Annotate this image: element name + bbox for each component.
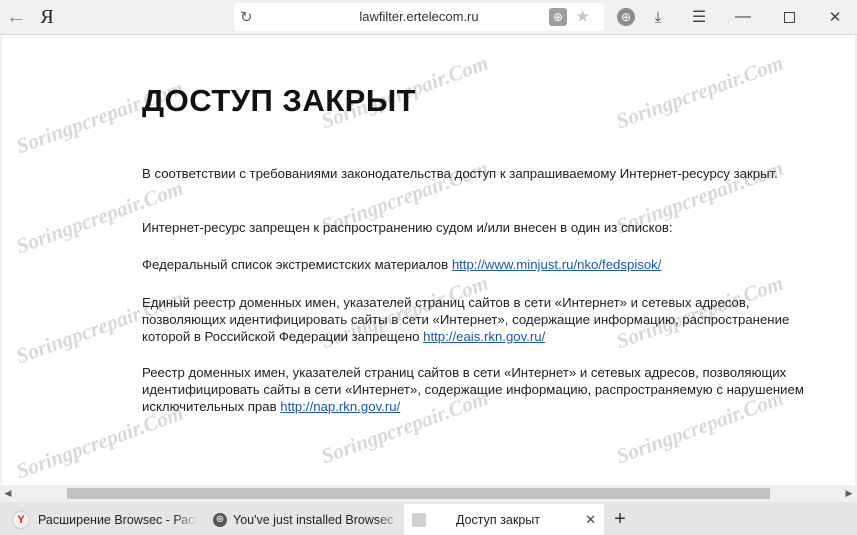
browsec-globe-icon[interactable]: ⊕ <box>612 0 640 34</box>
new-tab-icon[interactable]: + <box>609 504 631 535</box>
intro-text: В соответствии с требованиями законодате… <box>142 166 778 181</box>
address-bar[interactable]: ↻ lawfilter.ertelecom.ru ⊕ ★ <box>234 3 604 31</box>
star-icon[interactable]: ★ <box>575 3 590 31</box>
yandex-icon: Y <box>12 510 30 529</box>
watermark: Soringpcrepair.Com <box>13 175 187 259</box>
list-item: Единый реестр доменных имен, указателей … <box>142 295 832 345</box>
list-item-text: Федеральный список экстремистских матери… <box>142 257 452 272</box>
tab-title: Доступ закрыт <box>456 512 540 527</box>
minimize-icon[interactable]: — <box>728 0 758 34</box>
scroll-left-icon[interactable]: ◀ <box>0 485 16 502</box>
close-tab-icon[interactable]: ✕ <box>585 504 596 535</box>
list-item: Федеральный список экстремистских матери… <box>142 257 832 274</box>
tab-browsec-installed[interactable]: ⊕ You've just installed Browsec <box>205 504 401 535</box>
hamburger-icon[interactable]: ☰ <box>686 0 712 34</box>
tab-browsec-extension[interactable]: Y Расширение Browsec - Расширения <box>6 504 198 535</box>
eais-link[interactable]: http://eais.rkn.gov.ru/ <box>423 329 545 344</box>
list-item: Реестр доменных имен, указателей страниц… <box>142 365 832 415</box>
maximize-icon[interactable] <box>774 0 804 34</box>
close-icon[interactable]: ✕ <box>820 0 850 34</box>
minjust-link[interactable]: http://www.minjust.ru/nko/fedspisok/ <box>452 257 662 272</box>
page-viewport: Soringpcrepair.Com Soringpcrepair.Com So… <box>2 35 855 485</box>
reason-text: Интернет-ресурс запрещен к распространен… <box>142 220 673 235</box>
blank-page-icon <box>412 512 426 527</box>
horizontal-scrollbar[interactable]: ◀ ▶ <box>0 485 857 502</box>
scroll-right-icon[interactable]: ▶ <box>841 485 857 502</box>
yandex-logo-button[interactable]: Я <box>34 0 60 34</box>
tab-title: You've just installed Browsec <box>233 512 394 527</box>
tab-access-denied[interactable]: Доступ закрыт ✕ <box>404 504 604 535</box>
download-icon[interactable]: ⤓ <box>645 0 671 34</box>
vpn-globe-icon[interactable]: ⊕ <box>549 8 567 26</box>
globe-icon: ⊕ <box>213 512 227 527</box>
scrollbar-thumb[interactable] <box>67 488 770 499</box>
nap-link[interactable]: http://nap.rkn.gov.ru/ <box>280 399 400 414</box>
watermark: Soringpcrepair.Com <box>613 50 787 134</box>
back-arrow-icon[interactable]: ← <box>2 0 30 34</box>
page-title: ДОСТУП ЗАКРЫТ <box>142 83 417 118</box>
list-item-text: Реестр доменных имен, указателей страниц… <box>142 365 804 414</box>
browser-toolbar: ← Я ↻ lawfilter.ertelecom.ru ⊕ ★ ⊕ ⤓ ☰ —… <box>0 0 857 35</box>
tab-bar: Y Расширение Browsec - Расширения ⊕ You'… <box>0 502 857 535</box>
